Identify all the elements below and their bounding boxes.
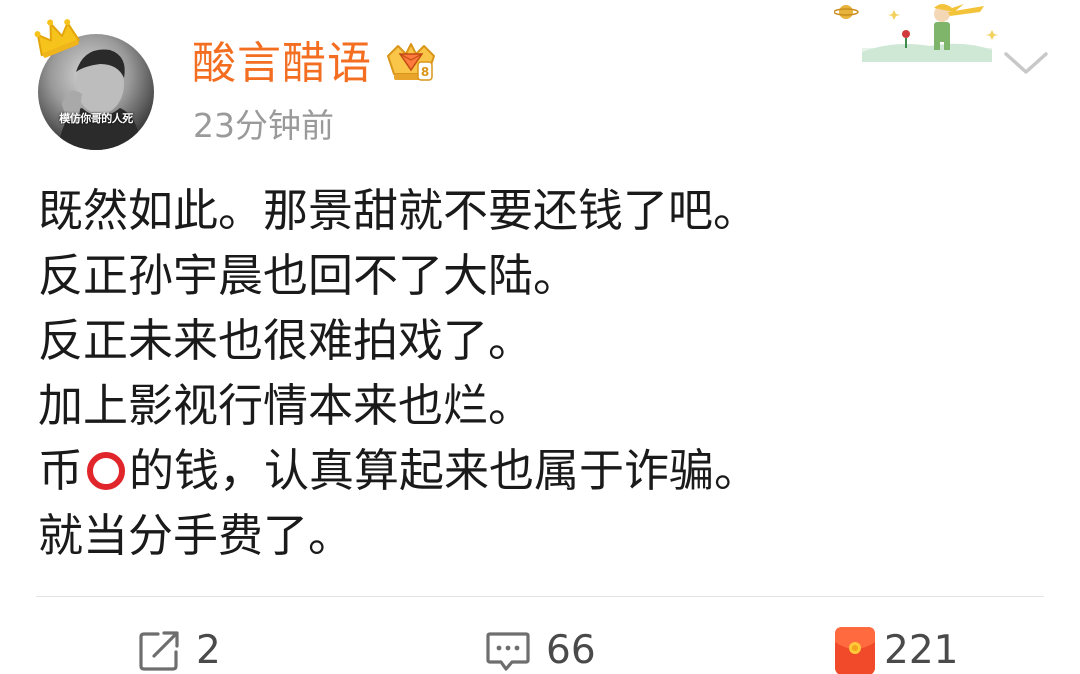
chevron-down-icon[interactable]	[1002, 48, 1050, 76]
post-line-5: 币的钱，认真算起来也属于诈骗。	[38, 438, 1048, 503]
footer-divider	[36, 596, 1044, 597]
corner-decoration-illustration	[834, 4, 998, 62]
repost-icon	[139, 631, 179, 671]
repost-button[interactable]: 2	[136, 624, 221, 674]
post-line-5-suffix: 的钱，认真算起来也属于诈骗。	[129, 444, 760, 497]
red-circle-emoji-icon	[87, 452, 126, 490]
comment-icon	[486, 632, 530, 671]
post-line-4: 加上影视行情本来也烂。	[38, 379, 534, 432]
post-content: 既然如此。那景甜就不要还钱了吧。 反正孙宇晨也回不了大陆。 反正未来也很难拍戏了…	[38, 178, 1048, 568]
post-line-2: 反正孙宇晨也回不了大陆。	[38, 249, 579, 302]
avatar-caption: 模仿你哥的人死	[59, 112, 133, 125]
weibo-post-card: 模仿你哥的人死 酸言醋语 8 23分钟前 既然如此。那景甜就不要还钱了吧。 反正…	[0, 0, 1080, 674]
post-timestamp: 23分钟前	[193, 106, 334, 145]
comment-count: 66	[546, 628, 596, 673]
post-line-3: 反正未来也很难拍戏了。	[38, 314, 534, 367]
repost-count: 2	[196, 628, 221, 673]
username[interactable]: 酸言醋语	[192, 36, 372, 92]
vip-crown-badge-icon[interactable]: 8	[384, 40, 438, 84]
svg-text:8: 8	[421, 65, 429, 79]
post-line-1: 既然如此。那景甜就不要还钱了吧。	[38, 184, 759, 237]
red-envelope-like-icon	[835, 627, 875, 674]
comment-button[interactable]: 66	[484, 624, 596, 674]
post-line-5-prefix: 币	[38, 444, 84, 497]
post-line-6: 就当分手费了。	[38, 509, 354, 562]
crown-icon	[34, 19, 80, 58]
like-button[interactable]: 221	[834, 624, 958, 674]
like-count: 221	[884, 628, 959, 673]
avatar-container[interactable]: 模仿你哥的人死	[34, 19, 154, 150]
